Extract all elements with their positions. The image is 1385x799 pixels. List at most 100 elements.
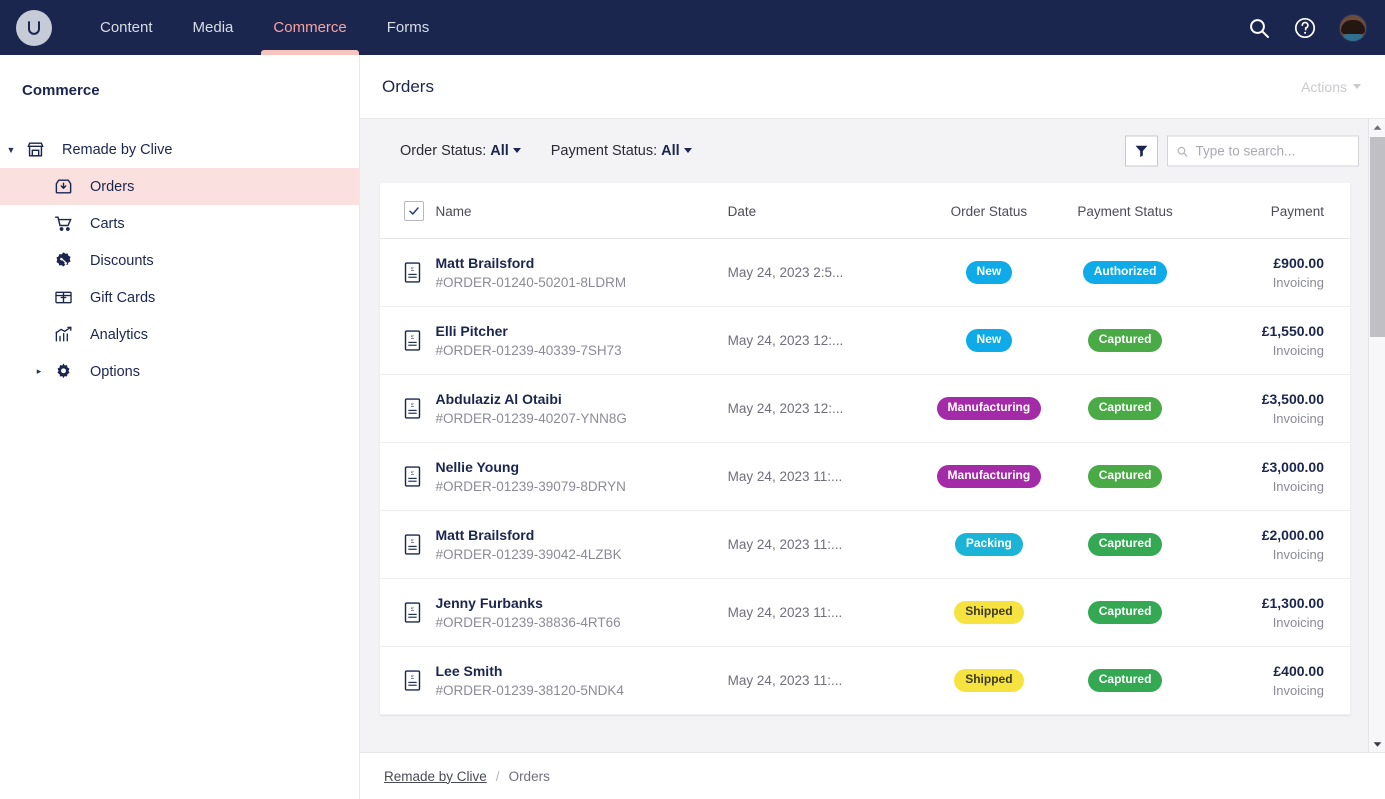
- payment-amount: £3,000.00: [1193, 459, 1350, 475]
- sidebar-item-gift-cards-label: Gift Cards: [90, 290, 155, 306]
- caret-spacer: ▸: [28, 292, 50, 303]
- scrollbar-thumb[interactable]: [1370, 137, 1385, 337]
- payment-cell: £3,000.00Invoicing: [1193, 443, 1350, 511]
- search-input-wrapper[interactable]: [1167, 136, 1359, 167]
- search-icon: [1176, 144, 1188, 158]
- payment-status-filter[interactable]: Payment Status: All: [551, 143, 692, 159]
- breadcrumb-root-link[interactable]: Remade by Clive: [384, 769, 487, 784]
- order-name-cell[interactable]: Abdulaziz Al Otaibi#ORDER-01239-40207-YN…: [436, 375, 728, 443]
- chevron-right-icon[interactable]: ▸: [28, 366, 50, 377]
- help-icon[interactable]: [1293, 16, 1317, 40]
- order-customer-name: Matt Brailsford: [436, 255, 728, 271]
- nav-tab-forms-label: Forms: [387, 19, 430, 36]
- svg-text:£: £: [411, 470, 415, 477]
- orders-table-head: Name Date Order Status Payment Status Pa…: [380, 183, 1350, 239]
- order-name-cell[interactable]: Elli Pitcher#ORDER-01239-40339-7SH73: [436, 307, 728, 375]
- column-header-order-status[interactable]: Order Status: [921, 183, 1058, 239]
- breadcrumb-separator: /: [496, 769, 500, 784]
- column-header-name[interactable]: Name: [436, 183, 728, 239]
- cart-icon: [50, 214, 76, 234]
- table-row[interactable]: £ Lee Smith#ORDER-01239-38120-5NDK4May 24…: [380, 647, 1350, 715]
- gear-icon: [50, 362, 76, 382]
- payment-amount: £900.00: [1193, 255, 1350, 271]
- status-badge: Captured: [1088, 601, 1163, 624]
- order-status-cell: New: [921, 307, 1058, 375]
- nav-tab-content-label: Content: [100, 19, 153, 36]
- top-navigation-bar: Content Media Commerce Forms: [0, 0, 1385, 55]
- main-content: Orders Actions Order Status: All Payment…: [360, 55, 1385, 799]
- search-input[interactable]: [1195, 144, 1350, 159]
- status-badge: Captured: [1088, 465, 1163, 488]
- order-type-icon: £: [380, 647, 436, 715]
- vertical-scrollbar[interactable]: [1368, 119, 1385, 752]
- sidebar-item-carts[interactable]: ▸ Carts: [0, 205, 359, 242]
- payment-status-filter-value: All: [661, 143, 680, 159]
- payment-cell: £400.00Invoicing: [1193, 647, 1350, 715]
- orders-inbox-icon: [50, 177, 76, 197]
- order-name-cell[interactable]: Jenny Furbanks#ORDER-01239-38836-4RT66: [436, 579, 728, 647]
- status-badge: Captured: [1088, 329, 1163, 352]
- order-status-cell: Manufacturing: [921, 443, 1058, 511]
- nav-tab-media[interactable]: Media: [173, 0, 254, 55]
- order-reference: #ORDER-01239-39042-4LZBK: [436, 547, 728, 562]
- chevron-down-icon[interactable]: ▼: [0, 145, 22, 155]
- order-type-icon: £: [380, 239, 436, 307]
- order-date: May 24, 2023 11:...: [728, 443, 921, 511]
- discount-badge-icon: [50, 251, 76, 271]
- column-header-payment-status[interactable]: Payment Status: [1057, 183, 1193, 239]
- payment-status-cell: Captured: [1057, 375, 1193, 443]
- store-icon: [22, 140, 48, 160]
- order-status-filter[interactable]: Order Status: All: [400, 143, 521, 159]
- payment-cell: £1,550.00Invoicing: [1193, 307, 1350, 375]
- nav-tab-content[interactable]: Content: [80, 0, 173, 55]
- funnel-filter-button[interactable]: [1125, 136, 1158, 167]
- scroll-up-arrow[interactable]: [1369, 119, 1385, 135]
- table-header-row: Name Date Order Status Payment Status Pa…: [380, 183, 1350, 239]
- order-name-cell[interactable]: Matt Brailsford#ORDER-01240-50201-8LDRM: [436, 239, 728, 307]
- order-date: May 24, 2023 11:...: [728, 647, 921, 715]
- sidebar-item-orders[interactable]: ▸ Orders: [0, 168, 359, 205]
- sidebar-item-discounts[interactable]: ▸ Discounts: [0, 242, 359, 279]
- payment-amount: £3,500.00: [1193, 391, 1350, 407]
- payment-amount: £2,000.00: [1193, 527, 1350, 543]
- order-name-cell[interactable]: Nellie Young#ORDER-01239-39079-8DRYN: [436, 443, 728, 511]
- order-customer-name: Jenny Furbanks: [436, 595, 728, 611]
- orders-table-card: Name Date Order Status Payment Status Pa…: [380, 183, 1350, 715]
- table-row[interactable]: £Matt Brailsford#ORDER-01239-39042-4LZBK…: [380, 511, 1350, 579]
- sidebar-item-gift-cards[interactable]: ▸ Gift Cards: [0, 279, 359, 316]
- table-row[interactable]: £Elli Pitcher#ORDER-01239-40339-7SH73May…: [380, 307, 1350, 375]
- payment-method: Invoicing: [1193, 683, 1350, 698]
- column-header-date[interactable]: Date: [728, 183, 921, 239]
- svg-text:£: £: [411, 266, 415, 273]
- order-status-cell: New: [921, 239, 1058, 307]
- nav-tab-commerce[interactable]: Commerce: [253, 0, 366, 55]
- column-header-payment[interactable]: Payment: [1193, 183, 1350, 239]
- svg-text:£: £: [411, 674, 415, 681]
- scroll-down-arrow[interactable]: [1369, 736, 1385, 752]
- order-name-cell[interactable]: Lee Smith#ORDER-01239-38120-5NDK4: [436, 647, 728, 715]
- sidebar-item-analytics[interactable]: ▸ Analytics: [0, 316, 359, 353]
- order-name-cell[interactable]: Matt Brailsford#ORDER-01239-39042-4LZBK: [436, 511, 728, 579]
- sidebar-item-options[interactable]: ▸ Options: [0, 353, 359, 390]
- actions-dropdown-button[interactable]: Actions: [1301, 79, 1361, 95]
- search-icon[interactable]: [1247, 16, 1271, 40]
- status-badge: New: [966, 329, 1013, 352]
- select-all-checkbox[interactable]: [404, 201, 424, 221]
- sidebar-item-remade-by-clive-label: Remade by Clive: [62, 142, 172, 158]
- breadcrumb: Remade by Clive / Orders: [360, 752, 1385, 799]
- sidebar-item-remade-by-clive[interactable]: ▼ Remade by Clive: [0, 131, 359, 168]
- table-row[interactable]: £ Nellie Young#ORDER-01239-39079-8DRYNMay…: [380, 443, 1350, 511]
- order-reference: #ORDER-01239-40207-YNN8G: [436, 411, 728, 426]
- nav-tab-forms[interactable]: Forms: [367, 0, 450, 55]
- filter-toolbar: Order Status: All Payment Status: All: [360, 119, 1385, 183]
- status-badge: Shipped: [954, 669, 1023, 692]
- table-row[interactable]: £Abdulaziz Al Otaibi#ORDER-01239-40207-Y…: [380, 375, 1350, 443]
- order-customer-name: Nellie Young: [436, 459, 728, 475]
- payment-status-cell: Captured: [1057, 511, 1193, 579]
- payment-status-cell: Captured: [1057, 647, 1193, 715]
- umbraco-logo-icon[interactable]: [16, 10, 52, 46]
- avatar[interactable]: [1339, 14, 1367, 42]
- table-row[interactable]: £Jenny Furbanks#ORDER-01239-38836-4RT66M…: [380, 579, 1350, 647]
- order-date: May 24, 2023 2:5...: [728, 239, 921, 307]
- table-row[interactable]: £ Matt Brailsford#ORDER-01240-50201-8LDRM…: [380, 239, 1350, 307]
